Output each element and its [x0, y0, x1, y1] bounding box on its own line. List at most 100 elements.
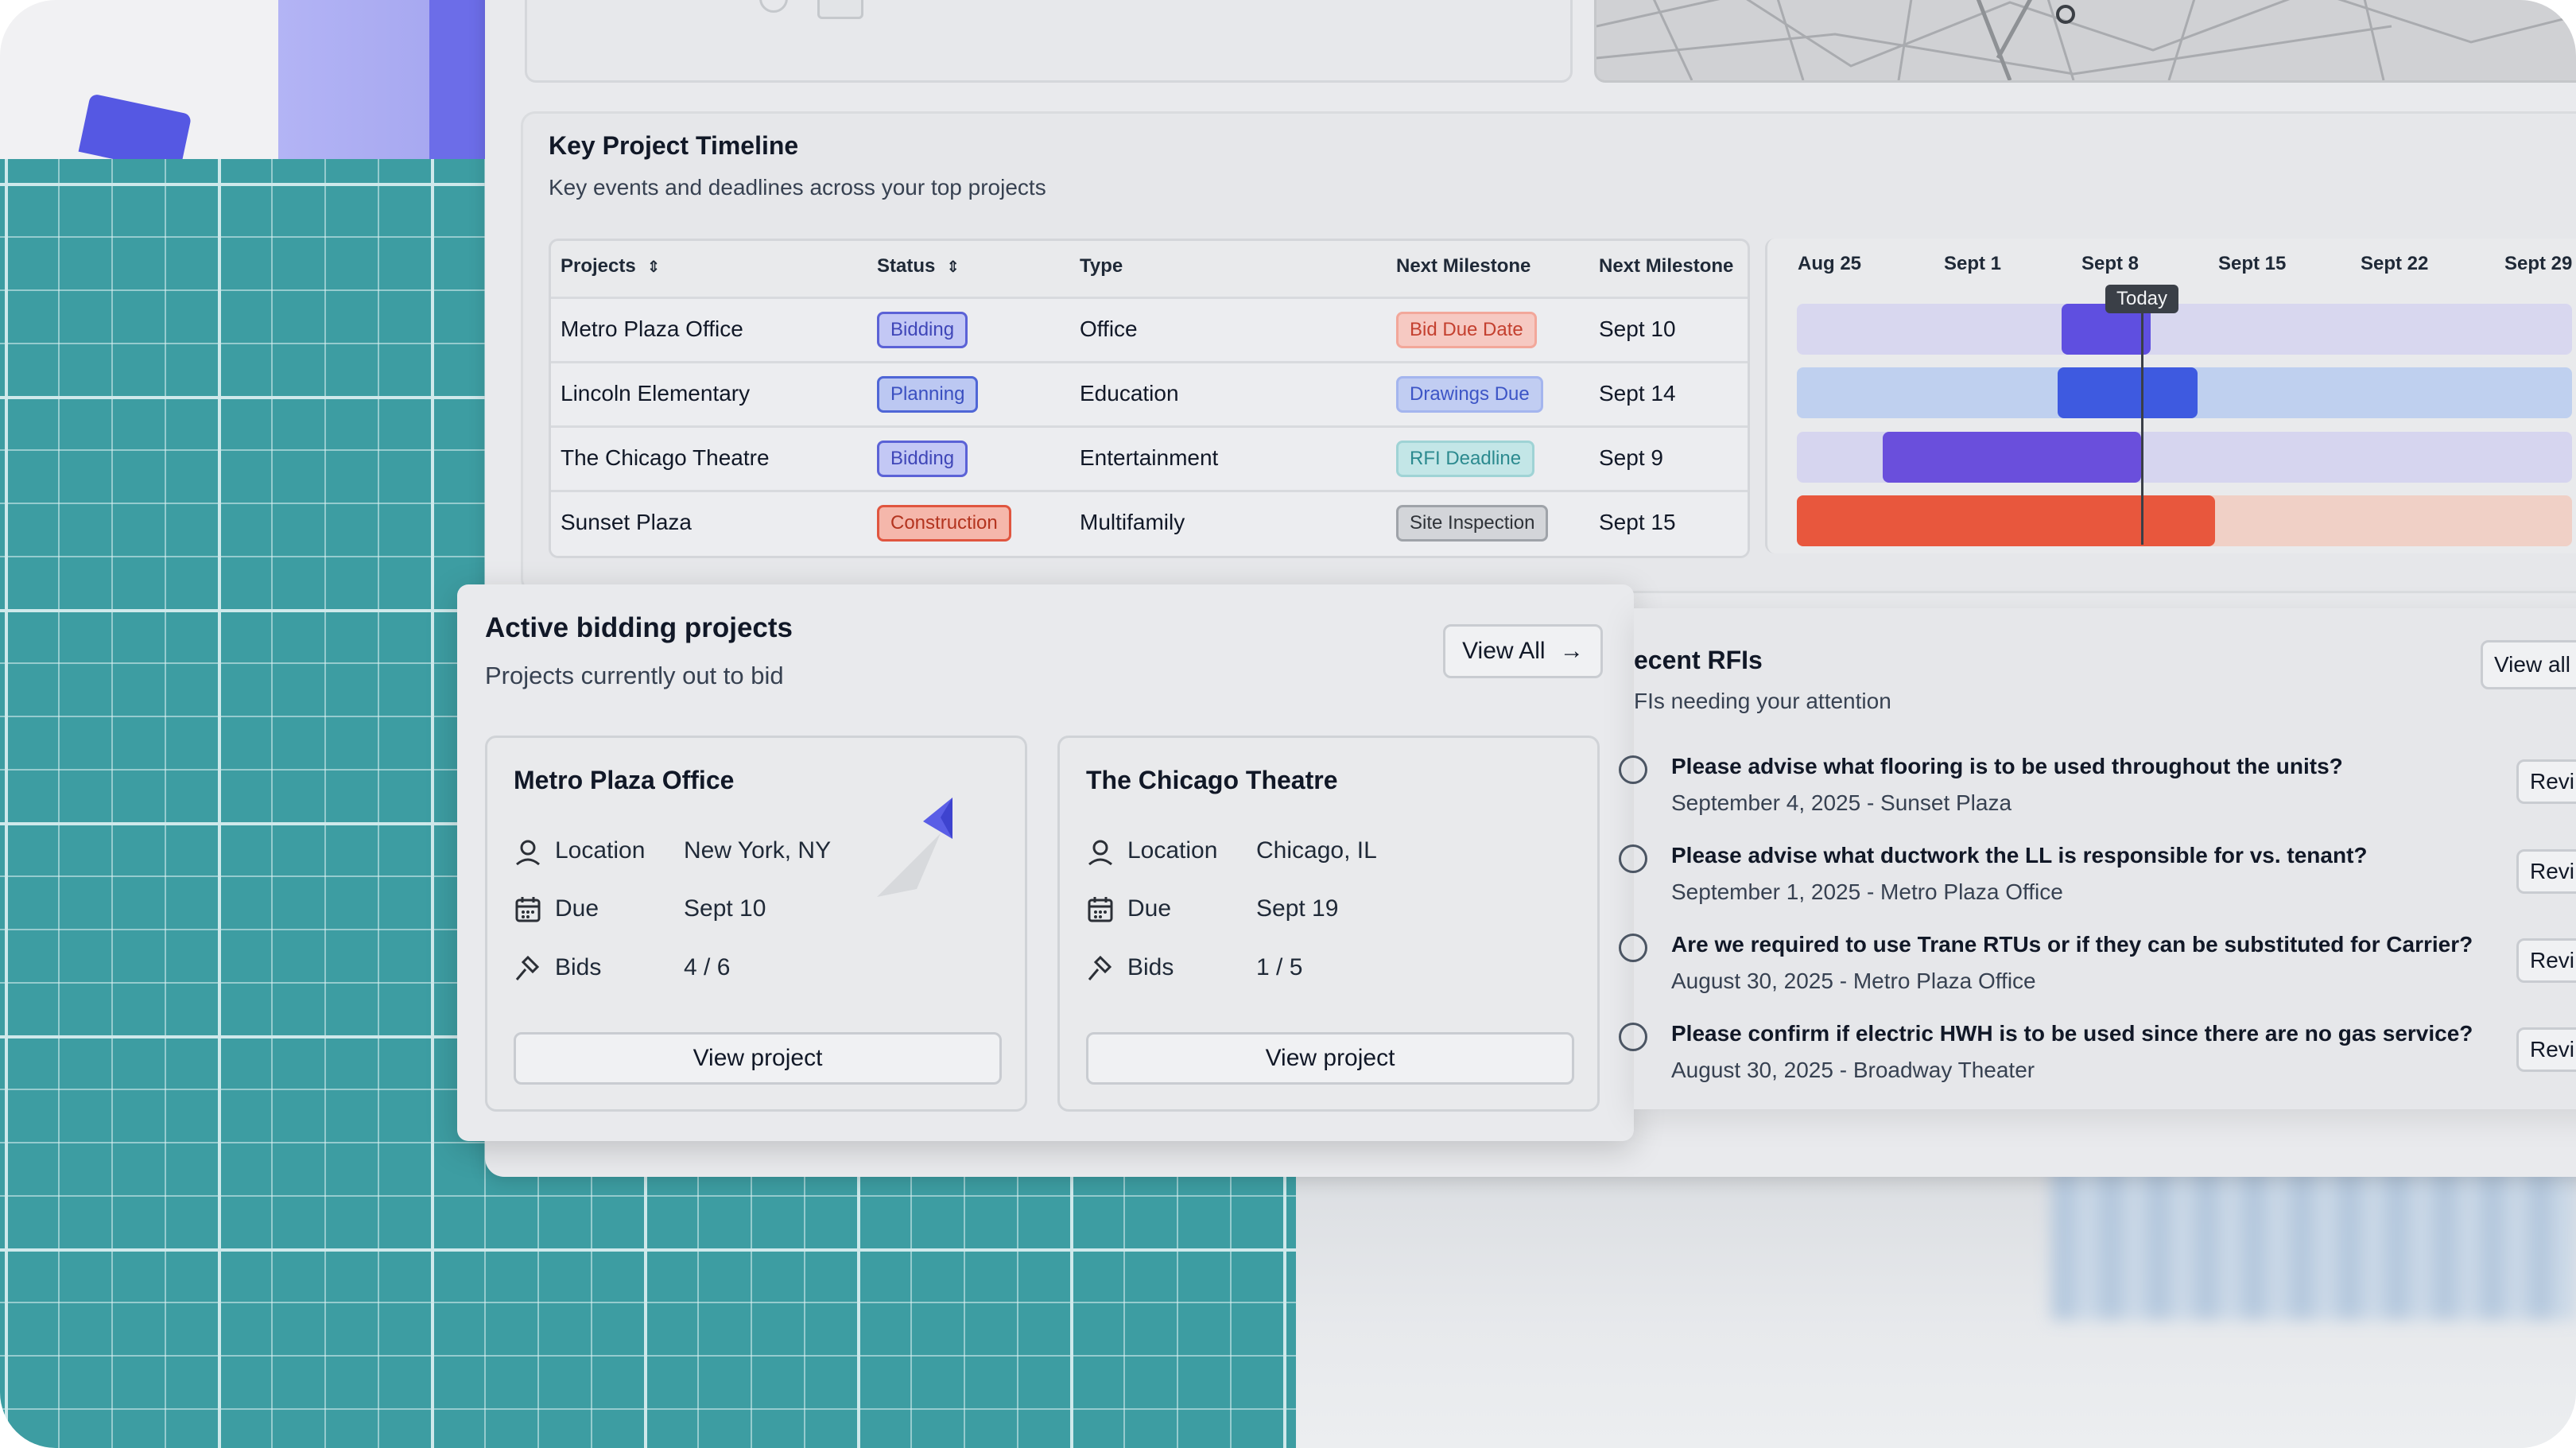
due-label: Due: [555, 895, 599, 922]
today-marker: [2141, 302, 2143, 545]
bidding-title: Active bidding projects: [485, 612, 793, 643]
column-header-next-milestone-date: Next Milestone: [1599, 255, 1734, 277]
project-type: Multifamily: [1080, 510, 1185, 534]
rfis-title: ecent RFIs: [1634, 646, 1763, 674]
view-project-button[interactable]: View project: [514, 1032, 1002, 1085]
rfi-question[interactable]: Please advise what flooring is to be use…: [1671, 754, 2343, 779]
gantt-date-label: Sept 8: [2081, 253, 2140, 274]
table-row[interactable]: Lincoln Elementary Planning Education Dr…: [551, 361, 1748, 427]
rfi-radio-icon[interactable]: [1619, 844, 1647, 873]
milestone-badge: Bid Due Date: [1396, 312, 1537, 348]
milestone-badge: Site Inspection: [1396, 505, 1549, 542]
gantt-bar[interactable]: [1883, 432, 2141, 483]
status-badge: Bidding: [877, 312, 968, 348]
timeline-table: Projects ⇕ Status ⇕ Type Next Milestone Ne…: [549, 239, 1750, 558]
project-card-title: Metro Plaza Office: [514, 766, 735, 794]
milestone-date: Sept 10: [1599, 316, 1676, 341]
project-card[interactable]: The Chicago Theatre Location Chicago, IL…: [1057, 736, 1600, 1112]
review-button[interactable]: Revi: [2516, 849, 2576, 894]
milestone-date: Sept 9: [1599, 445, 1663, 470]
view-all-button[interactable]: View All →: [1443, 624, 1603, 678]
location-value: New York, NY: [684, 837, 832, 864]
due-label: Due: [1127, 895, 1172, 922]
paper-plane-icon: [877, 798, 952, 897]
rfi-radio-icon[interactable]: [1619, 1023, 1647, 1051]
view-all-label: View All: [1462, 638, 1546, 664]
milestone-date: Sept 15: [1599, 510, 1676, 534]
bids-label: Bids: [555, 954, 602, 980]
rfi-meta: August 30, 2025 - Metro Plaza Office: [1671, 969, 2036, 993]
rfi-radio-icon[interactable]: [1619, 755, 1647, 784]
project-name: Lincoln Elementary: [561, 381, 751, 406]
map-view[interactable]: [1594, 0, 2576, 83]
sort-arrows-icon[interactable]: ⇕: [946, 258, 960, 276]
project-card[interactable]: Metro Plaza Office Location New York, NY…: [485, 736, 1027, 1112]
bids-label: Bids: [1127, 954, 1174, 980]
project-type: Education: [1080, 381, 1179, 406]
due-value: Sept 10: [684, 895, 766, 922]
rfis-view-all-button[interactable]: View all: [2481, 640, 2576, 689]
gantt-date-label: Sept 22: [2361, 253, 2429, 274]
milestone-date: Sept 14: [1599, 381, 1676, 406]
location-pin-icon: [516, 840, 540, 866]
timeline-subtitle: Key events and deadlines across your top…: [549, 175, 1046, 200]
gavel-icon: [515, 955, 540, 980]
project-card-title: The Chicago Theatre: [1086, 766, 1338, 794]
milestone-badge: RFI Deadline: [1396, 441, 1535, 477]
project-type: Entertainment: [1080, 445, 1219, 470]
review-button[interactable]: Revi: [2516, 759, 2576, 804]
location-value: Chicago, IL: [1256, 837, 1377, 864]
map-streets-icon: [1596, 0, 2576, 80]
view-project-button[interactable]: View project: [1086, 1032, 1574, 1085]
rfi-radio-icon[interactable]: [1619, 934, 1647, 962]
rfi-meta: August 30, 2025 - Broadway Theater: [1671, 1058, 2035, 1082]
gantt-date-label: Aug 25: [1798, 253, 1862, 274]
review-button[interactable]: Revi: [2516, 938, 2576, 983]
project-name: The Chicago Theatre: [561, 445, 770, 470]
rfi-question[interactable]: Are we required to use Trane RTUs or if …: [1671, 932, 2473, 957]
gantt-track: [1797, 304, 2572, 355]
table-row[interactable]: The Chicago Theatre Bidding Entertainmen…: [551, 425, 1748, 491]
rfi-question[interactable]: Please advise what ductwork the LL is re…: [1671, 843, 2368, 868]
checkbox[interactable]: [817, 0, 863, 19]
project-name: Metro Plaza Office: [561, 316, 743, 341]
rfi-meta: September 1, 2025 - Metro Plaza Office: [1671, 879, 2063, 904]
gantt-date-label: Sept 1: [1944, 253, 2002, 274]
status-badge: Bidding: [877, 441, 968, 477]
review-button[interactable]: Revi: [2516, 1027, 2576, 1072]
bids-value: 4 / 6: [684, 954, 731, 980]
rfi-question[interactable]: Please confirm if electric HWH is to be …: [1671, 1021, 2473, 1046]
location-pin-icon: [1088, 840, 1112, 866]
sort-arrows-icon[interactable]: ⇕: [647, 258, 661, 276]
gantt-date-label: Sept 15: [2218, 253, 2287, 274]
gavel-icon: [1088, 955, 1112, 980]
bids-value: 1 / 5: [1256, 954, 1303, 980]
arrow-right-icon: →: [1559, 638, 1584, 664]
gantt-bar[interactable]: [1797, 495, 2215, 546]
location-label: Location: [555, 837, 646, 864]
milestone-badge: Drawings Due: [1396, 376, 1543, 413]
project-type: Office: [1080, 316, 1138, 341]
column-header-projects[interactable]: Projects ⇕: [561, 255, 660, 278]
due-value: Sept 19: [1256, 895, 1339, 922]
calendar-icon: [515, 897, 541, 922]
gantt-date-label: Sept 29: [2504, 253, 2573, 274]
status-badge: Construction: [877, 505, 1011, 542]
location-label: Location: [1127, 837, 1218, 864]
column-header-next-milestone: Next Milestone: [1396, 255, 1531, 277]
table-row[interactable]: Metro Plaza Office Bidding Office Bid Du…: [551, 297, 1748, 363]
status-badge: Planning: [877, 376, 979, 413]
background-purple-edge: [429, 0, 485, 163]
timeline-title: Key Project Timeline: [549, 131, 799, 160]
column-header-status[interactable]: Status ⇕: [877, 255, 960, 278]
gantt-bar[interactable]: [2058, 367, 2198, 418]
top-status-card: [525, 0, 1573, 83]
calendar-icon: [1088, 897, 1113, 922]
rfis-subtitle: FIs needing your attention: [1634, 689, 1891, 713]
bidding-subtitle: Projects currently out to bid: [485, 662, 784, 689]
column-header-type: Type: [1080, 255, 1123, 277]
today-label: Today: [2105, 285, 2179, 313]
project-name: Sunset Plaza: [561, 510, 692, 534]
table-row[interactable]: Sunset Plaza Construction Multifamily Si…: [551, 490, 1748, 556]
rfi-meta: September 4, 2025 - Sunset Plaza: [1671, 790, 2012, 815]
